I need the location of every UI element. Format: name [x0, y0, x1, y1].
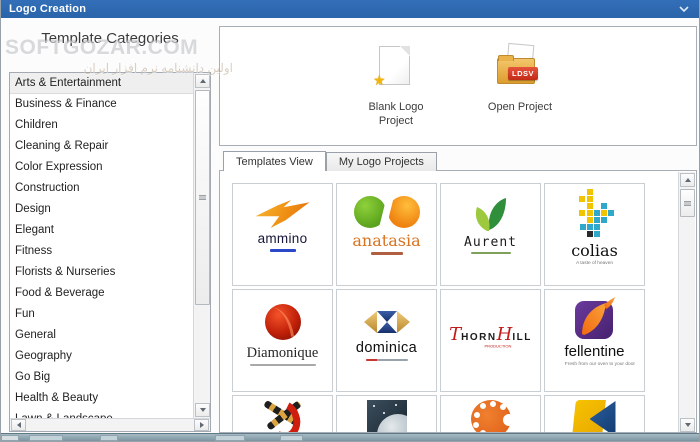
scroll-right-button[interactable]: [194, 419, 209, 431]
template-name: Aurent: [441, 236, 540, 250]
template-tagline: Fresh from our oven to your door: [565, 361, 624, 366]
diamonique-logo-icon: [265, 304, 301, 340]
template-card-partial-3[interactable]: [440, 395, 541, 433]
template-name: fellentine: [545, 344, 644, 361]
template-name: anatasia: [337, 232, 436, 250]
scroll-down-button[interactable]: [680, 418, 695, 432]
thorn-ill: ILL: [512, 332, 532, 343]
thorn-hill-logo-icon: THORNHILL PRODUCTION: [441, 324, 540, 353]
category-business-finance[interactable]: Business & Finance: [10, 94, 193, 115]
thorn-t: T: [449, 324, 461, 345]
template-name: colias: [545, 242, 644, 260]
star-icon: ★: [373, 72, 386, 89]
tagline-bar: [366, 359, 408, 361]
tab-templates-view[interactable]: Templates View: [223, 151, 326, 171]
open-project-button[interactable]: LDSV Open Project: [475, 44, 565, 114]
scroll-up-button[interactable]: [680, 173, 695, 187]
tab-my-logo-projects[interactable]: My Logo Projects: [326, 152, 437, 171]
category-cleaning-repair[interactable]: Cleaning & Repair: [10, 136, 193, 157]
blank-document-icon: ★: [351, 44, 441, 88]
category-design[interactable]: Design: [10, 199, 193, 220]
red-ribbon-logo-icon: [262, 400, 304, 433]
template-card-anatasia[interactable]: anatasia: [336, 183, 437, 286]
template-card-thorn-hill[interactable]: THORNHILL PRODUCTION: [440, 289, 541, 392]
tagline-bar: [371, 252, 403, 255]
view-tabs: Templates View My Logo Projects: [223, 151, 437, 171]
paint-palette-logo-icon: [471, 400, 511, 433]
category-construction[interactable]: Construction: [10, 178, 193, 199]
template-card-aurent[interactable]: Aurent: [440, 183, 541, 286]
scroll-thumb[interactable]: [195, 90, 210, 305]
open-folder-icon: LDSV: [475, 44, 565, 88]
templates-grid-panel: ammino anatasia Aurent: [219, 170, 697, 433]
thorn-horn: HORN: [461, 332, 496, 343]
template-card-colias[interactable]: colias A taste of heaven: [544, 183, 645, 286]
blank-logo-project-button[interactable]: ★ Blank Logo Project: [351, 44, 441, 129]
project-actions-panel: ★ Blank Logo Project LDSV Open Project: [219, 26, 697, 146]
templates-vertical-scrollbar[interactable]: [678, 172, 695, 433]
ldsv-file-badge: LDSV: [508, 67, 538, 80]
aurent-logo-icon: [469, 196, 513, 232]
scroll-down-button[interactable]: [195, 403, 210, 417]
tagline-bar: [250, 364, 316, 366]
category-children[interactable]: Children: [10, 115, 193, 136]
category-listbox: Arts & Entertainment Business & Finance …: [9, 72, 211, 432]
template-card-partial-2[interactable]: [336, 395, 437, 433]
anatasia-logo-icon: [352, 194, 422, 230]
category-items: Arts & Entertainment Business & Finance …: [10, 73, 193, 418]
template-card-diamonique[interactable]: Diamonique: [232, 289, 333, 392]
template-name: Diamonique: [233, 346, 332, 362]
bottom-taskbar-strip: [1, 433, 699, 441]
template-name: ammino: [233, 232, 332, 247]
thorn-h: H: [497, 324, 513, 345]
open-project-label: Open Project: [475, 100, 565, 114]
category-fitness[interactable]: Fitness: [10, 241, 193, 262]
category-florists-nurseries[interactable]: Florists & Nurseries: [10, 262, 193, 283]
scroll-left-button[interactable]: [11, 419, 26, 431]
dominica-logo-icon: [363, 308, 411, 336]
scroll-thumb[interactable]: [680, 189, 695, 217]
category-geography[interactable]: Geography: [10, 346, 193, 367]
category-arts-entertainment[interactable]: Arts & Entertainment: [10, 73, 193, 94]
template-card-partial-4[interactable]: [544, 395, 645, 433]
template-card-ammino[interactable]: ammino: [232, 183, 333, 286]
category-fun[interactable]: Fun: [10, 304, 193, 325]
category-go-big[interactable]: Go Big: [10, 367, 193, 388]
ammino-logo-icon: [256, 200, 310, 228]
category-general[interactable]: General: [10, 325, 193, 346]
category-color-expression[interactable]: Color Expression: [10, 157, 193, 178]
template-categories-heading: Template Categories: [9, 30, 211, 47]
category-vertical-scrollbar[interactable]: [193, 73, 210, 418]
collapse-chevron-icon[interactable]: [677, 3, 691, 15]
template-card-dominica[interactable]: dominica: [336, 289, 437, 392]
scroll-up-button[interactable]: [195, 74, 210, 88]
fellentine-logo-icon: [572, 296, 618, 342]
category-food-beverage[interactable]: Food & Beverage: [10, 283, 193, 304]
category-horizontal-scrollbar[interactable]: [10, 418, 210, 431]
blank-project-label: Blank Logo Project: [351, 100, 441, 129]
category-lawn-landscape[interactable]: Lawn & Landscape: [10, 409, 193, 418]
category-elegant[interactable]: Elegant: [10, 220, 193, 241]
template-tagline: PRODUCTION: [473, 344, 523, 349]
title-bar: Logo Creation: [1, 0, 699, 18]
night-sky-logo-icon: [367, 400, 407, 433]
template-card-fellentine[interactable]: fellentine Fresh from our oven to your d…: [544, 289, 645, 392]
colias-logo-icon: [571, 189, 619, 239]
tagline-bar: [471, 252, 511, 254]
template-tagline: A taste of heaven: [565, 260, 624, 265]
template-card-partial-1[interactable]: [232, 395, 333, 433]
tagline-bar: [270, 249, 296, 252]
window-title: Logo Creation: [9, 3, 86, 15]
yellow-blue-arrow-logo-icon: [574, 400, 616, 433]
category-health-beauty[interactable]: Health & Beauty: [10, 388, 193, 409]
logo-creation-window: Logo Creation SOFTGOZAR.COM اولین دانشنا…: [0, 0, 700, 442]
template-name: dominica: [337, 341, 436, 357]
